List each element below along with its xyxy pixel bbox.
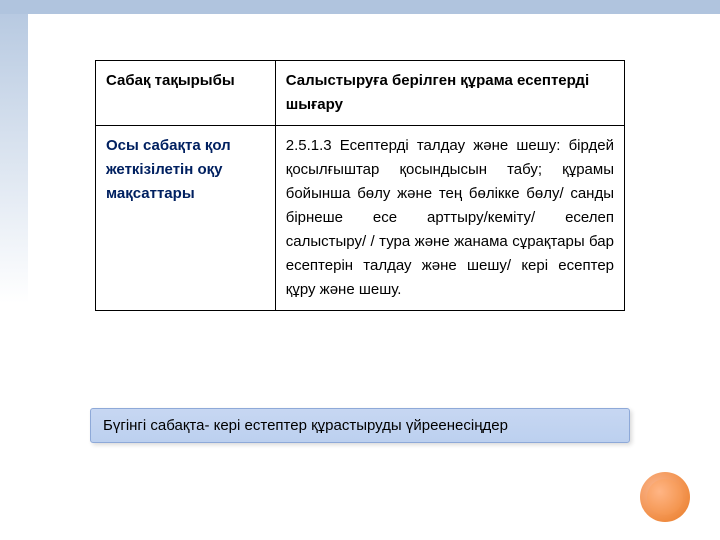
row-1-label: Сабақ тақырыбы: [96, 61, 276, 126]
row-1-value: Салыстыруға берілген құрама есептерді шы…: [275, 61, 624, 126]
row-2-label: Осы сабақта қол жеткізілетін оқу мақсатт…: [96, 126, 276, 311]
callout-text: Бүгінгі сабақта- кері естептер құрастыру…: [103, 417, 508, 434]
slide: Сабақ тақырыбы Салыстыруға берілген құра…: [0, 0, 720, 540]
table-row: Сабақ тақырыбы Салыстыруға берілген құра…: [96, 61, 625, 126]
lesson-callout: Бүгінгі сабақта- кері естептер құрастыру…: [90, 408, 630, 443]
circle-inner: [647, 479, 683, 515]
table-row: Осы сабақта қол жеткізілетін оқу мақсатт…: [96, 126, 625, 311]
decorative-circle-icon: [640, 472, 690, 522]
row-2-value: 2.5.1.3 Есептерді талдау және шешу: бірд…: [275, 126, 624, 311]
left-accent-bar: [0, 14, 28, 540]
top-accent-bar: [0, 0, 720, 14]
lesson-table: Сабақ тақырыбы Салыстыруға берілген құра…: [95, 60, 625, 311]
